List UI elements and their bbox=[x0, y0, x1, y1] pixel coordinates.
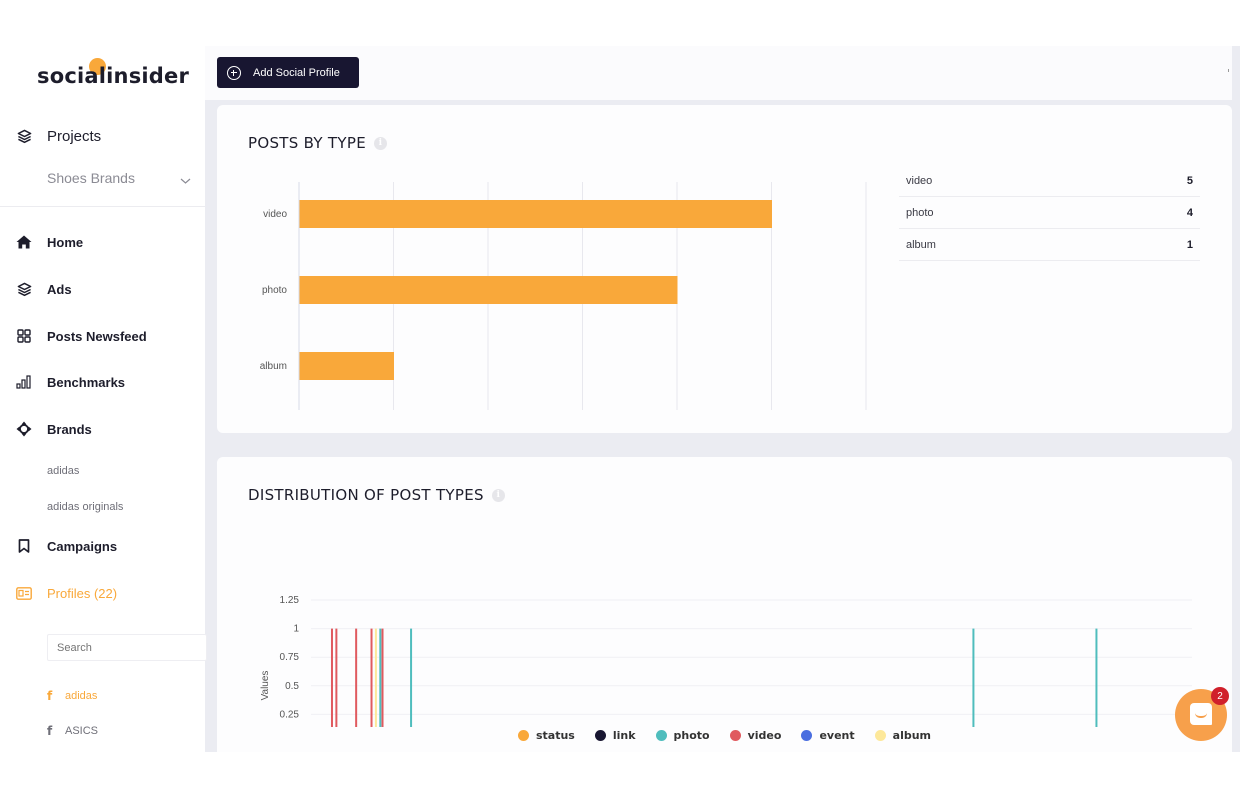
table-row: album 1 bbox=[899, 229, 1200, 261]
legend-label: video bbox=[747, 729, 782, 742]
brand-item-adidas[interactable]: adidas bbox=[47, 465, 79, 477]
column-video bbox=[355, 628, 358, 727]
legend-item-photo[interactable]: photo bbox=[655, 729, 710, 742]
legend-item-link[interactable]: link bbox=[594, 729, 636, 742]
notification-badge: 2 bbox=[1211, 687, 1229, 705]
y-category-label: video bbox=[263, 209, 287, 220]
y-category-label: photo bbox=[262, 285, 287, 296]
x-tick-label: 6 bbox=[863, 424, 868, 425]
project-select[interactable]: Shoes Brands bbox=[47, 170, 197, 186]
sidebar-item-benchmarks[interactable]: Benchmarks bbox=[0, 374, 205, 390]
facebook-icon: f bbox=[47, 689, 53, 703]
column-photo bbox=[379, 628, 382, 727]
table-row: photo 4 bbox=[899, 197, 1200, 229]
brand-item-adidas-originals[interactable]: adidas originals bbox=[47, 501, 123, 513]
legend-swatch bbox=[874, 730, 886, 741]
profile-item-adidas[interactable]: f adidas bbox=[47, 689, 97, 703]
posts-by-type-card: POSTS BY TYPE i 0 2 4 6 video photo album vide… bbox=[217, 105, 1232, 433]
bar-video bbox=[299, 200, 772, 228]
legend-item-album[interactable]: album bbox=[874, 729, 932, 742]
info-icon[interactable]: i bbox=[373, 136, 387, 150]
column-video bbox=[335, 628, 338, 727]
profile-search-input[interactable] bbox=[47, 634, 207, 661]
bar-album bbox=[299, 352, 394, 380]
y-tick-label: 1.25 bbox=[280, 595, 300, 606]
column-album bbox=[374, 628, 377, 727]
legend-swatch bbox=[729, 730, 741, 741]
bar-photo bbox=[299, 276, 678, 304]
layers-icon bbox=[16, 281, 32, 297]
app-frame: socialinsider Projects Shoes Brands Home bbox=[0, 46, 1240, 752]
x-tick-label: 4 bbox=[674, 424, 679, 425]
sidebar: socialinsider Projects Shoes Brands Home bbox=[0, 46, 207, 752]
bookmark-icon bbox=[16, 538, 32, 554]
column-photo bbox=[410, 628, 413, 727]
home-icon bbox=[16, 234, 32, 250]
sidebar-item-brands[interactable]: Brands bbox=[0, 421, 205, 437]
x-tick-label: 0 bbox=[296, 424, 301, 425]
legend-label: photo bbox=[673, 729, 710, 742]
layers-icon bbox=[16, 128, 32, 144]
sidebar-divider bbox=[0, 206, 205, 207]
sidebar-item-projects[interactable]: Projects bbox=[0, 126, 205, 146]
legend-swatch bbox=[655, 730, 667, 741]
posts-by-type-table: video 5 photo 4 album 1 bbox=[899, 165, 1200, 261]
legend-swatch bbox=[517, 730, 529, 741]
y-category-label: album bbox=[260, 361, 287, 372]
sidebar-item-campaigns[interactable]: Campaigns bbox=[0, 538, 205, 554]
sidebar-item-profiles[interactable]: Profiles (22) bbox=[0, 585, 205, 601]
id-card-icon bbox=[16, 585, 32, 601]
y-tick-label: 1 bbox=[293, 624, 299, 635]
sidebar-item-home[interactable]: Home bbox=[0, 234, 205, 250]
sidebar-item-ads[interactable]: Ads bbox=[0, 281, 205, 297]
y-tick-label: 0.5 bbox=[285, 681, 299, 692]
chevron-down-icon bbox=[180, 172, 191, 188]
chart-legend: status link photo video event album bbox=[217, 729, 1232, 742]
distribution-chart: 00.250.50.7511.25ValuesMay '20Jun '20Jul… bbox=[260, 595, 1192, 727]
column-video bbox=[381, 628, 384, 727]
topbar-marker bbox=[1228, 69, 1229, 72]
bar-chart-icon bbox=[16, 374, 32, 390]
legend-swatch bbox=[594, 730, 606, 741]
profile-item-asics[interactable]: f ASICS bbox=[47, 724, 98, 738]
posts-by-type-chart: 0 2 4 6 video photo album bbox=[260, 182, 869, 425]
legend-label: link bbox=[612, 729, 636, 742]
x-tick-label: 2 bbox=[485, 424, 490, 425]
facebook-icon: f bbox=[47, 724, 53, 738]
posts-by-type-title: POSTS BY TYPE i bbox=[248, 134, 387, 152]
legend-label: album bbox=[892, 729, 932, 742]
legend-item-event[interactable]: event bbox=[801, 729, 855, 742]
distribution-card: DISTRIBUTION OF POST TYPES i 00.250.50.7… bbox=[217, 457, 1232, 752]
chat-icon bbox=[1190, 703, 1212, 725]
scrollbar-track[interactable] bbox=[1232, 46, 1240, 752]
add-social-profile-button[interactable]: Add Social Profile bbox=[217, 57, 359, 88]
move-icon bbox=[16, 421, 32, 437]
legend-item-video[interactable]: video bbox=[729, 729, 782, 742]
column-photo bbox=[1095, 628, 1098, 727]
sidebar-item-posts-newsfeed[interactable]: Posts Newsfeed bbox=[0, 328, 205, 344]
table-row: video 5 bbox=[899, 165, 1200, 197]
logo[interactable]: socialinsider bbox=[37, 58, 189, 88]
y-tick-label: 0.75 bbox=[280, 652, 300, 663]
y-axis-label: Values bbox=[260, 671, 271, 701]
column-video bbox=[330, 628, 333, 727]
plus-circle-icon bbox=[227, 65, 241, 80]
legend-item-status[interactable]: status bbox=[517, 729, 575, 742]
y-tick-label: 0.25 bbox=[280, 709, 300, 720]
legend-label: status bbox=[535, 729, 575, 742]
column-video bbox=[370, 628, 373, 727]
legend-swatch bbox=[801, 730, 813, 741]
legend-label: event bbox=[819, 729, 855, 742]
grid-icon bbox=[16, 328, 32, 344]
column-photo bbox=[972, 628, 975, 727]
top-bar: Add Social Profile bbox=[205, 46, 1240, 100]
